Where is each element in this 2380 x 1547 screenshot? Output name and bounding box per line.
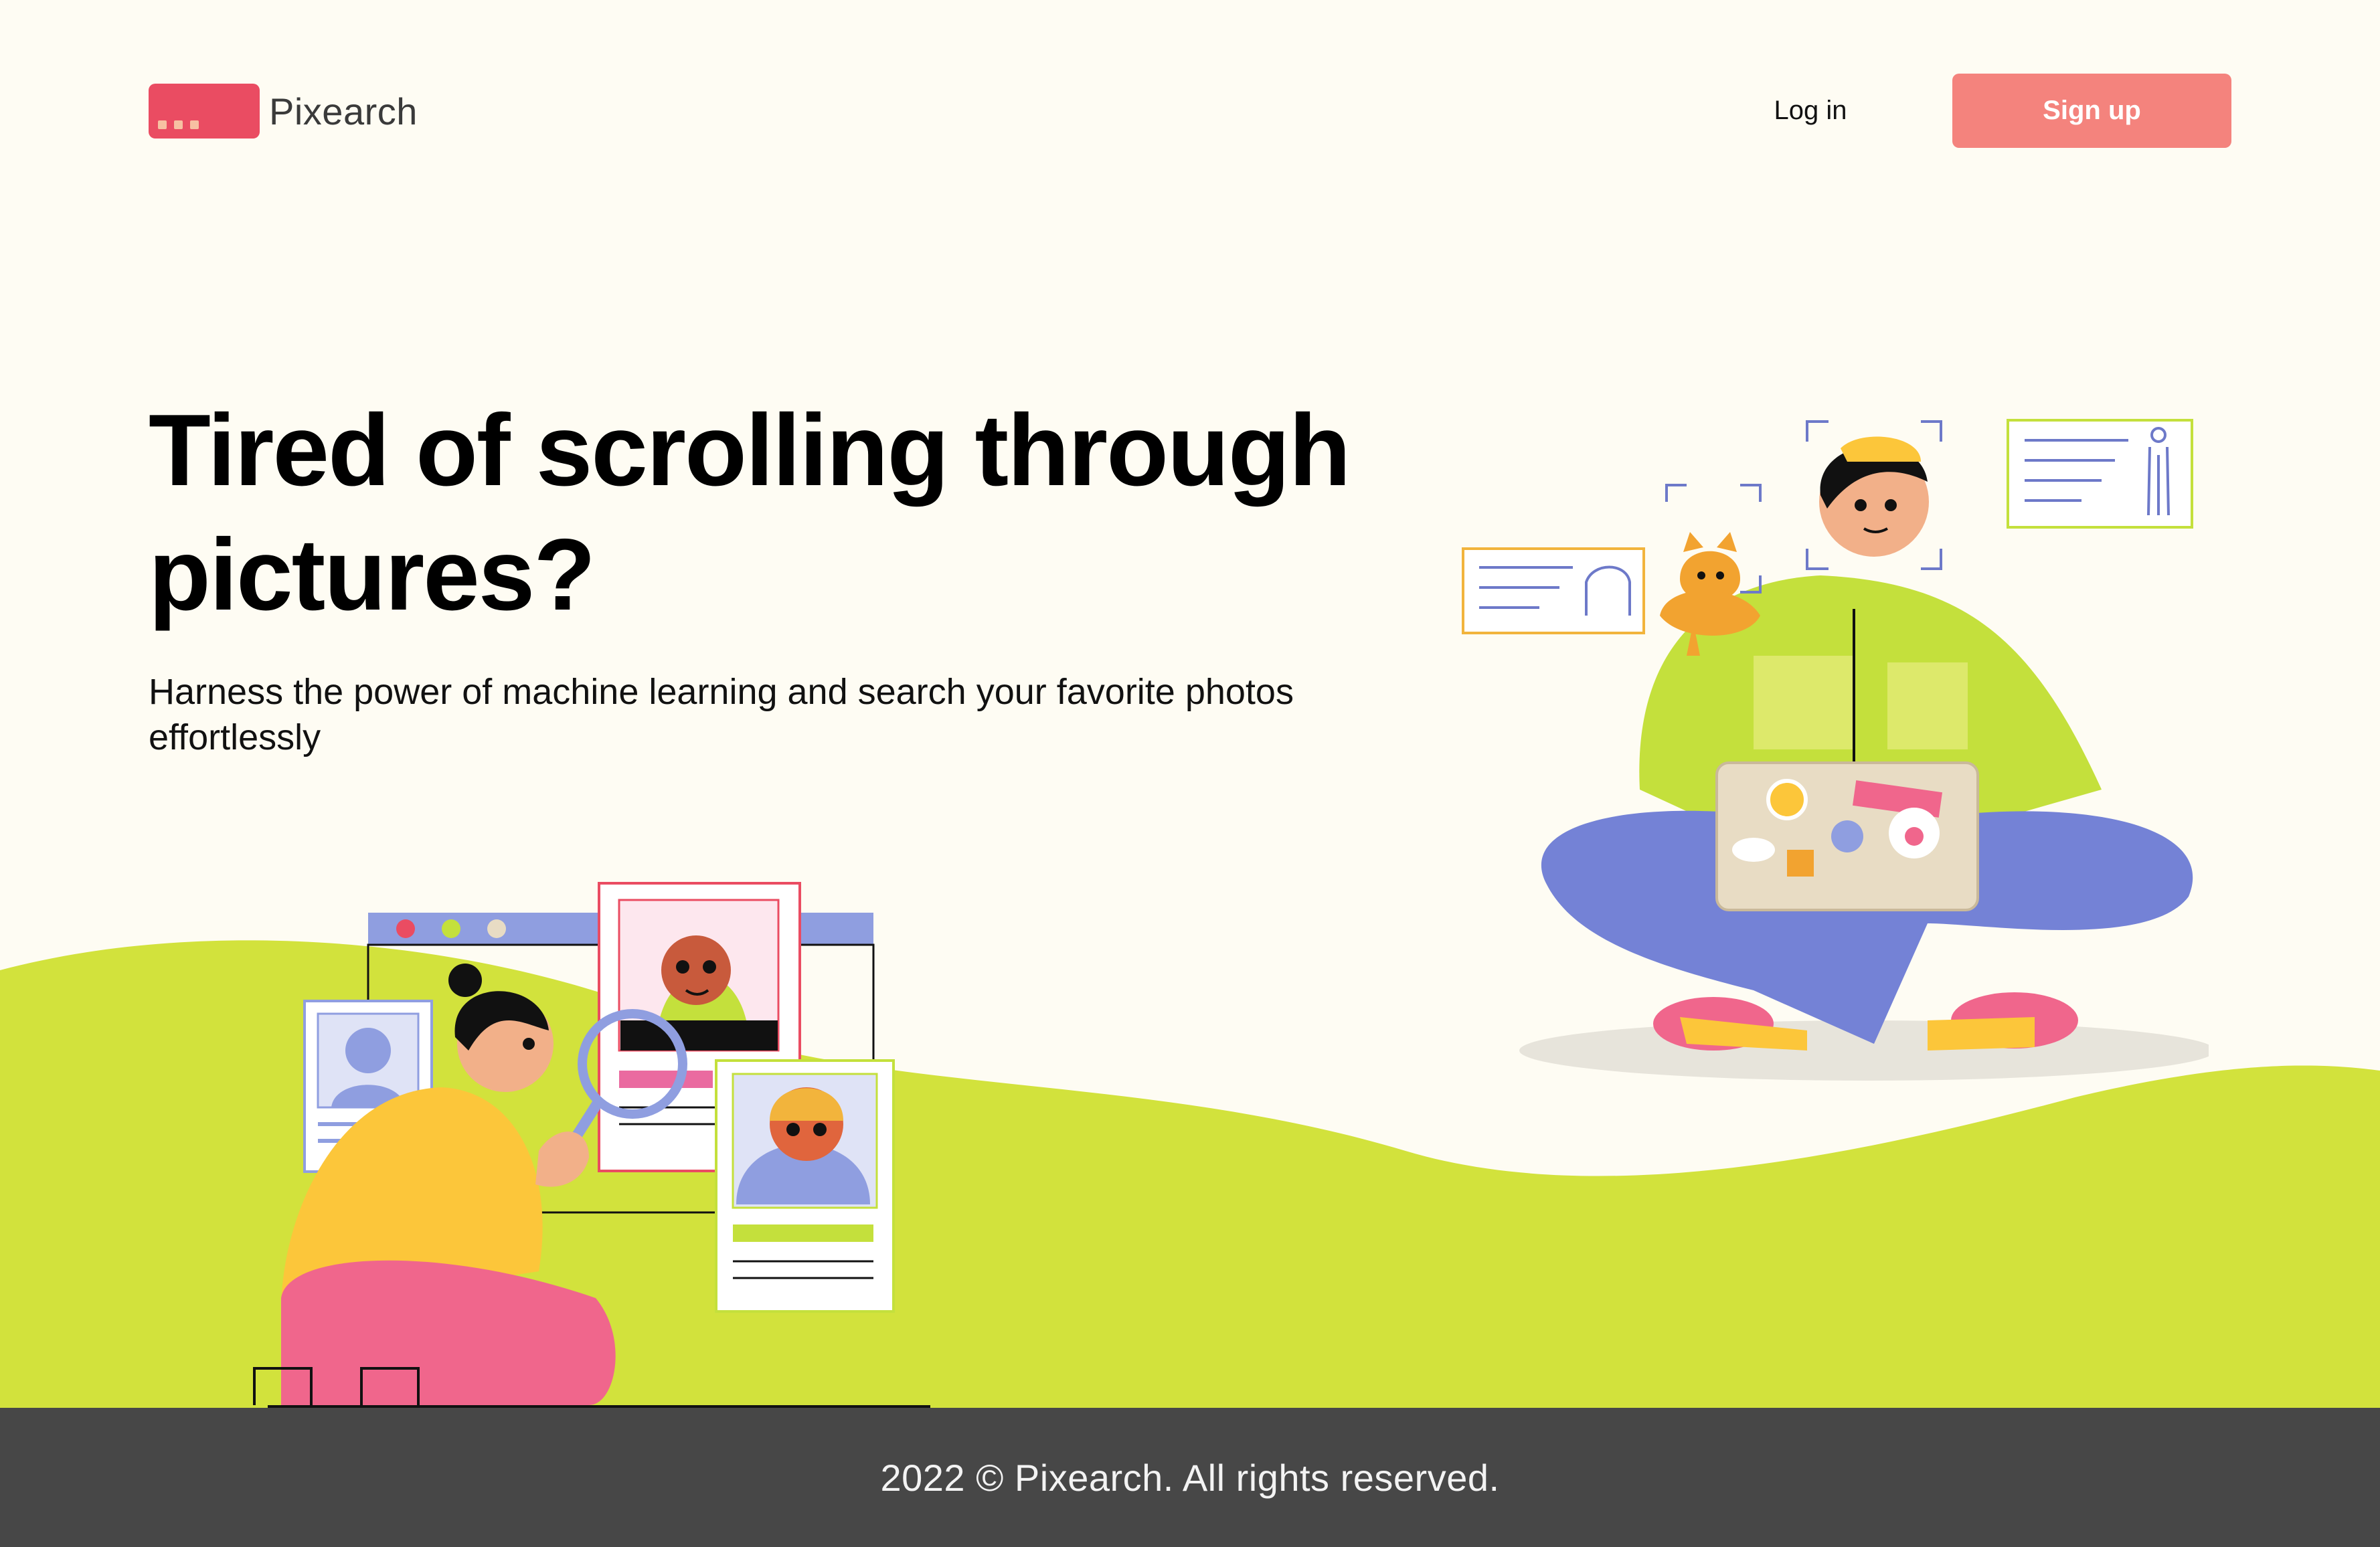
- pixearch-logo-icon: [149, 84, 260, 139]
- laptop-user-illustration: [1462, 419, 2209, 1081]
- signup-button[interactable]: Sign up: [1952, 74, 2231, 148]
- brand-logo[interactable]: Pixearch: [149, 84, 418, 139]
- brand-name: Pixearch: [269, 90, 418, 132]
- login-button[interactable]: Log in: [1713, 74, 1907, 147]
- footer-copyright: 2022 © Pixearch. All rights reserved.: [880, 1456, 1500, 1499]
- photo-search-illustration: [253, 882, 930, 1408]
- hero-subheadline: Harness the power of machine learning an…: [149, 672, 1294, 757]
- hero-headline: Tired of scrolling through pictures?: [149, 393, 1351, 632]
- page-footer: 2022 © Pixearch. All rights reserved.: [0, 1408, 2380, 1547]
